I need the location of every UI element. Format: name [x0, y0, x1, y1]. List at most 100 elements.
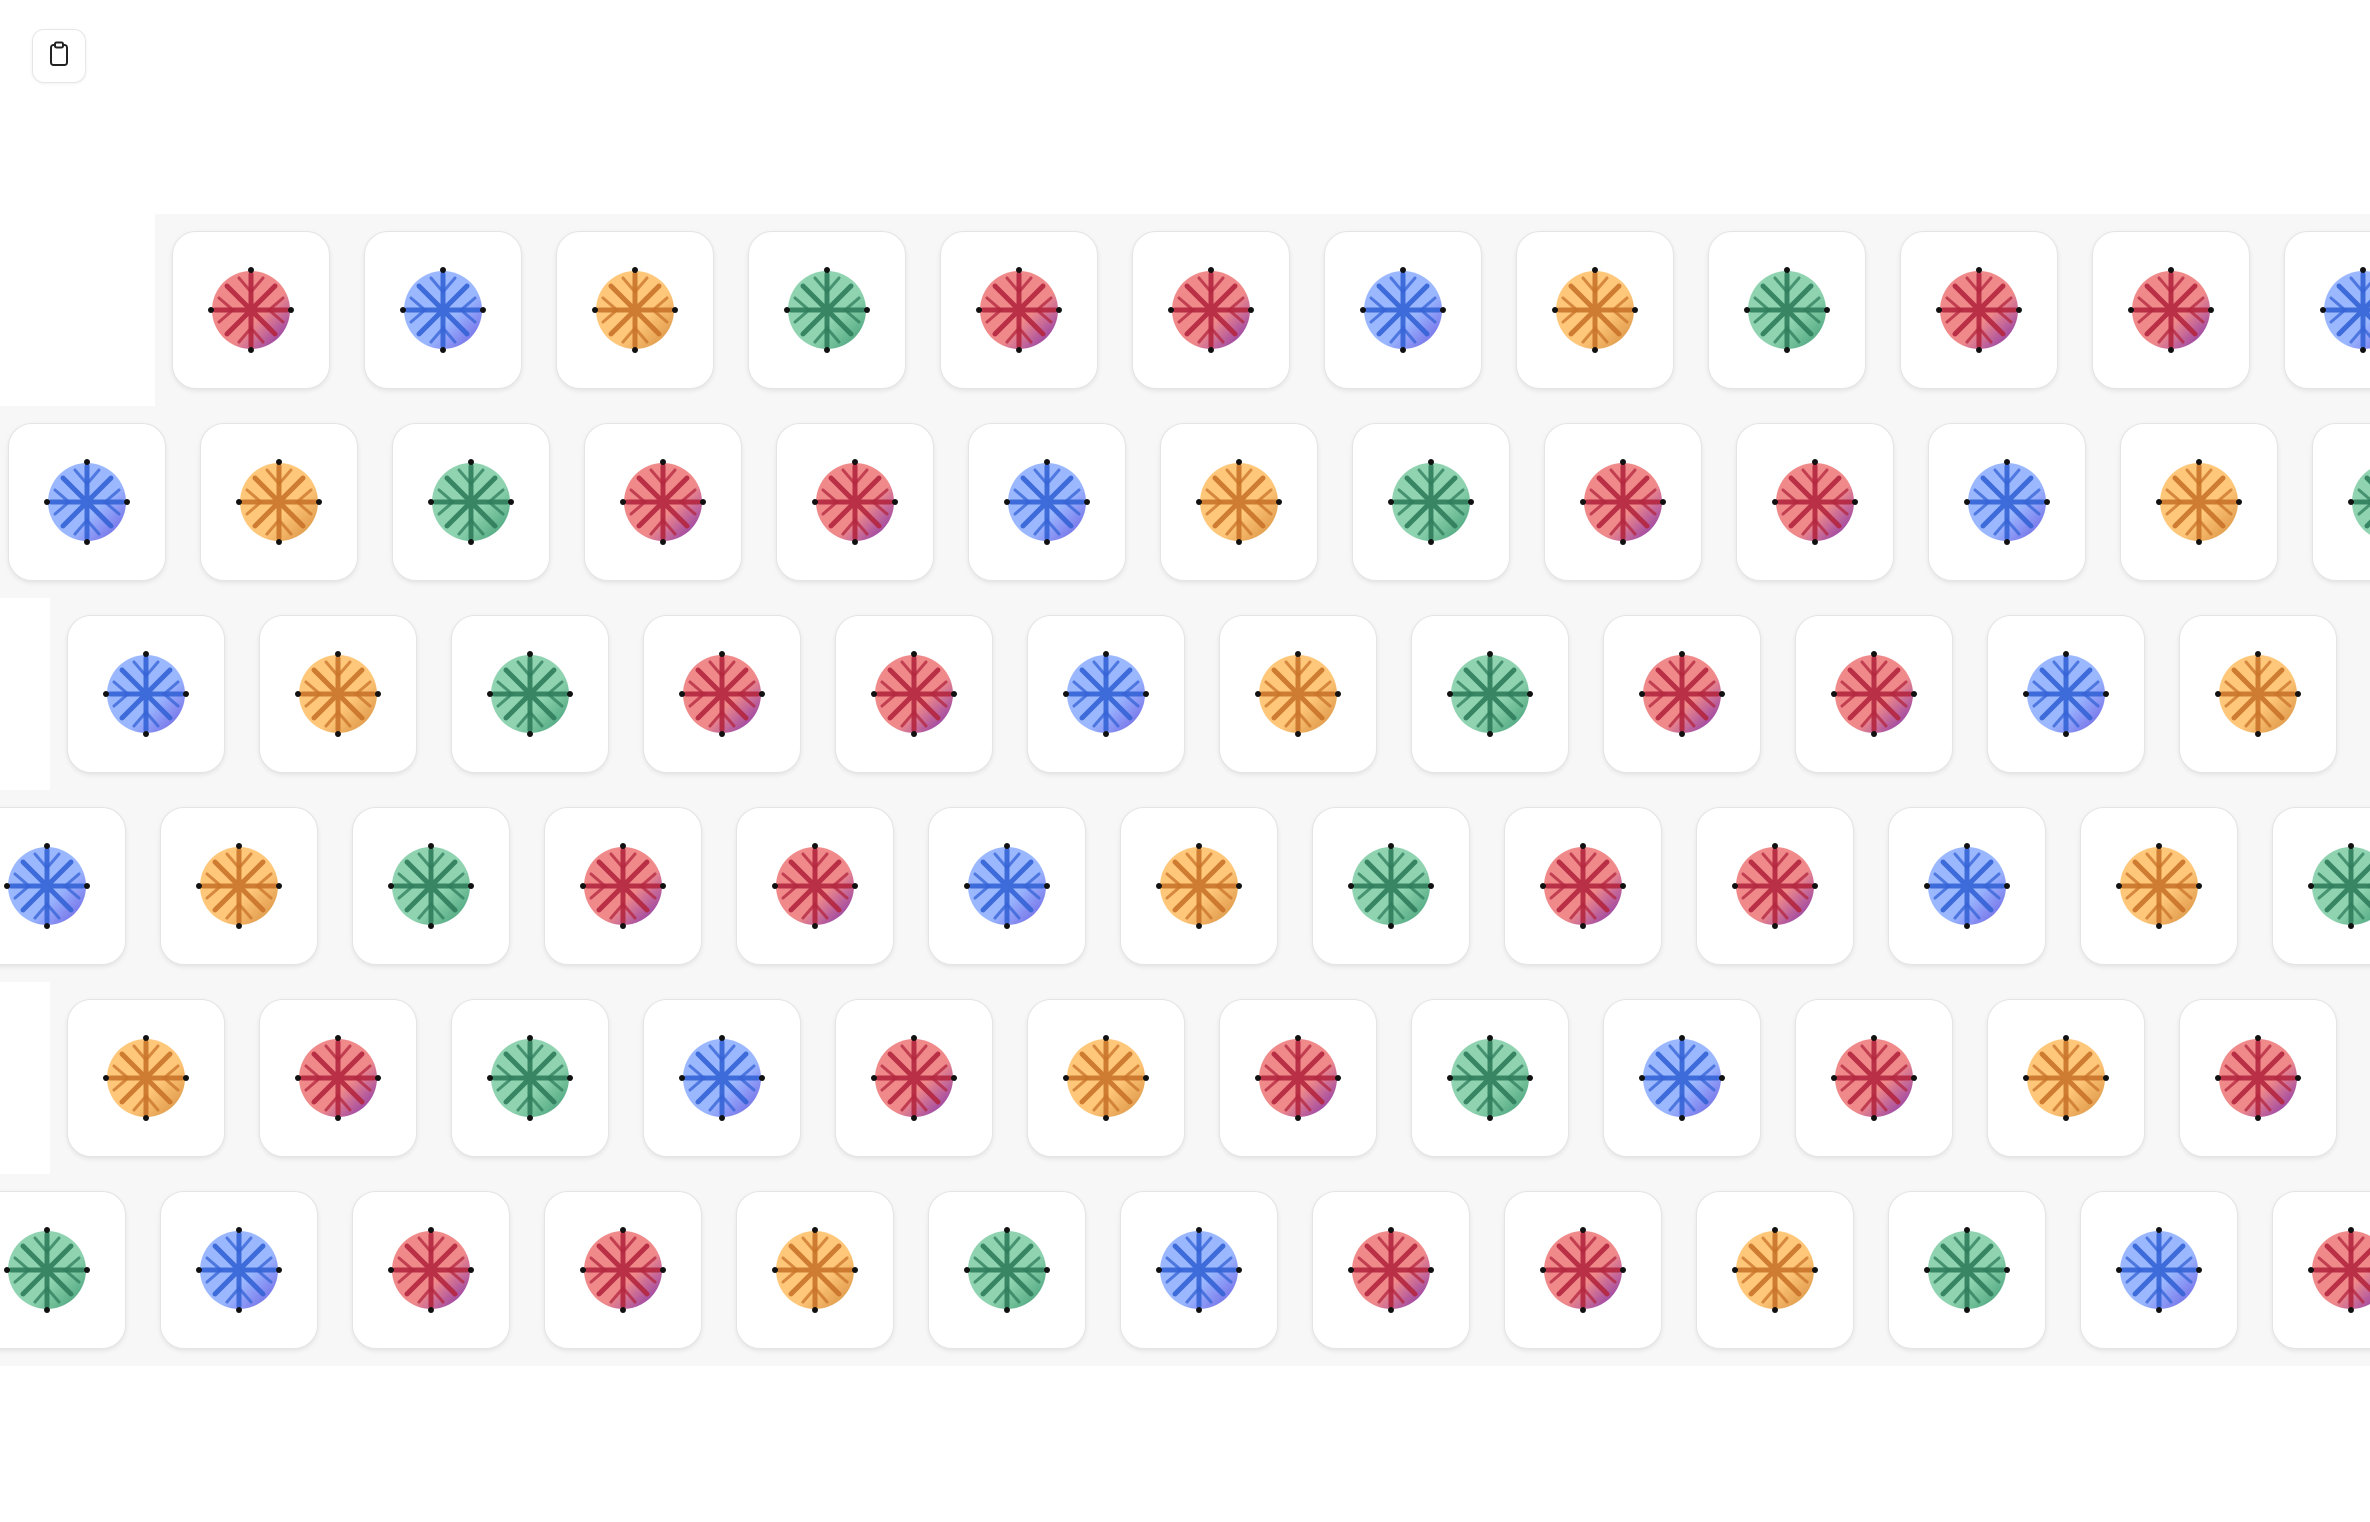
icon-tile[interactable]	[835, 999, 993, 1157]
asterisk-wheel-icon	[2127, 266, 2215, 354]
icon-tile[interactable]	[1888, 1191, 2046, 1349]
icon-tile[interactable]	[544, 1191, 702, 1349]
icon-tile[interactable]	[1219, 999, 1377, 1157]
icon-tile[interactable]	[1504, 807, 1662, 965]
icon-tile[interactable]	[2179, 615, 2337, 773]
asterisk-wheel-icon	[1579, 458, 1667, 546]
icon-tile[interactable]	[2179, 999, 2337, 1157]
icon-tile[interactable]	[928, 1191, 1086, 1349]
asterisk-wheel-icon	[771, 842, 859, 930]
icon-tile[interactable]	[1027, 615, 1185, 773]
icon-tile[interactable]	[584, 423, 742, 581]
icon-tile[interactable]	[392, 423, 550, 581]
icon-tile[interactable]	[1795, 615, 1953, 773]
icon-tile[interactable]	[67, 999, 225, 1157]
icon-tile[interactable]	[1312, 807, 1470, 965]
icon-tile[interactable]	[2312, 423, 2370, 581]
icon-tile[interactable]	[1504, 1191, 1662, 1349]
icon-tile[interactable]	[1696, 807, 1854, 965]
asterisk-wheel-icon	[387, 1226, 475, 1314]
icon-tile[interactable]	[1324, 231, 1482, 389]
icon-tile[interactable]	[364, 231, 522, 389]
icon-tile[interactable]	[67, 615, 225, 773]
icon-tile[interactable]	[0, 807, 126, 965]
icon-tile[interactable]	[1696, 1191, 1854, 1349]
asterisk-wheel-icon	[2115, 842, 2203, 930]
icon-tile[interactable]	[451, 999, 609, 1157]
asterisk-wheel-icon	[579, 842, 667, 930]
asterisk-wheel-icon	[2115, 1226, 2203, 1314]
asterisk-wheel-icon	[2022, 1034, 2110, 1122]
icon-tile[interactable]	[1132, 231, 1290, 389]
icon-tile[interactable]	[2272, 1191, 2370, 1349]
icon-tile[interactable]	[1027, 999, 1185, 1157]
icon-tile[interactable]	[8, 423, 166, 581]
icon-tile[interactable]	[736, 1191, 894, 1349]
icon-tile[interactable]	[1411, 999, 1569, 1157]
icon-tile[interactable]	[2092, 231, 2250, 389]
icon-tile[interactable]	[2080, 807, 2238, 965]
icon-tile[interactable]	[160, 807, 318, 965]
icon-tile[interactable]	[928, 807, 1086, 965]
icon-tile[interactable]	[1352, 423, 1510, 581]
icon-tile[interactable]	[940, 231, 1098, 389]
icon-tile[interactable]	[352, 807, 510, 965]
icon-tile[interactable]	[0, 1191, 126, 1349]
icon-tile[interactable]	[1795, 999, 1953, 1157]
icon-tile[interactable]	[1888, 807, 2046, 965]
asterisk-wheel-icon	[1731, 842, 1819, 930]
icon-tile[interactable]	[1120, 807, 1278, 965]
asterisk-wheel-icon	[427, 458, 515, 546]
icon-tile[interactable]	[1544, 423, 1702, 581]
icon-tile[interactable]	[1411, 615, 1569, 773]
icon-tile[interactable]	[1160, 423, 1318, 581]
asterisk-wheel-icon	[678, 1034, 766, 1122]
icon-tile[interactable]	[643, 999, 801, 1157]
icon-tile[interactable]	[2284, 231, 2370, 389]
icon-tile[interactable]	[1736, 423, 1894, 581]
icon-tile[interactable]	[835, 615, 993, 773]
asterisk-wheel-icon	[102, 650, 190, 738]
icon-tile[interactable]	[736, 807, 894, 965]
icon-tile[interactable]	[1603, 999, 1761, 1157]
asterisk-wheel-icon	[1539, 1226, 1627, 1314]
icon-tile[interactable]	[259, 999, 417, 1157]
icon-tile[interactable]	[172, 231, 330, 389]
icon-tile[interactable]	[451, 615, 609, 773]
icon-tile[interactable]	[1900, 231, 2058, 389]
icon-tile[interactable]	[2120, 423, 2278, 581]
icon-tile[interactable]	[643, 615, 801, 773]
asterisk-wheel-icon	[1638, 650, 1726, 738]
icon-tile[interactable]	[259, 615, 417, 773]
icon-tile[interactable]	[1987, 999, 2145, 1157]
asterisk-wheel-icon	[2347, 458, 2370, 546]
icon-tile[interactable]	[1928, 423, 2086, 581]
icon-tile[interactable]	[1708, 231, 1866, 389]
icon-tile[interactable]	[352, 1191, 510, 1349]
asterisk-wheel-icon	[591, 266, 679, 354]
icon-tile[interactable]	[2080, 1191, 2238, 1349]
icon-tile[interactable]	[1987, 615, 2145, 773]
asterisk-wheel-icon	[1254, 650, 1342, 738]
icon-tile[interactable]	[200, 423, 358, 581]
icon-tile[interactable]	[968, 423, 1126, 581]
asterisk-wheel-icon	[43, 458, 131, 546]
asterisk-wheel-icon	[1347, 1226, 1435, 1314]
asterisk-wheel-icon	[1446, 650, 1534, 738]
icon-tile[interactable]	[2272, 807, 2370, 965]
asterisk-wheel-icon	[1347, 842, 1435, 930]
icon-tile[interactable]	[748, 231, 906, 389]
asterisk-wheel-icon	[399, 266, 487, 354]
asterisk-wheel-icon	[2307, 842, 2370, 930]
icon-tile[interactable]	[544, 807, 702, 965]
icon-tile[interactable]	[1219, 615, 1377, 773]
icon-tile[interactable]	[1516, 231, 1674, 389]
icon-tile[interactable]	[776, 423, 934, 581]
icon-tile[interactable]	[1312, 1191, 1470, 1349]
icon-tile[interactable]	[1120, 1191, 1278, 1349]
icon-tile[interactable]	[556, 231, 714, 389]
asterisk-wheel-icon	[1003, 458, 1091, 546]
icon-tile[interactable]	[1603, 615, 1761, 773]
icon-tile[interactable]	[160, 1191, 318, 1349]
asterisk-wheel-icon	[1195, 458, 1283, 546]
